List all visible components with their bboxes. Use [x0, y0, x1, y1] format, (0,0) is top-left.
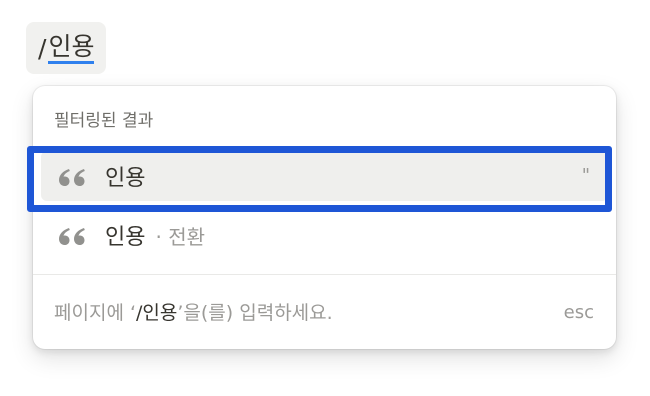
- quote-icon: [59, 228, 85, 245]
- menu-item-label: 인용: [105, 225, 146, 250]
- slash-command-menu: 필터링된 결과 인용 " 인용 · 전환 페이지에 ‘/인용’을(를) 입력하세…: [33, 86, 616, 349]
- menu-footer-hint: 페이지에 ‘/인용’을(를) 입력하세요.: [54, 298, 333, 325]
- menu-item-quote-turn-into[interactable]: 인용 · 전환: [41, 210, 608, 260]
- footer-suffix: ’을(를) 입력하세요.: [177, 302, 333, 324]
- menu-header: 필터링된 결과: [54, 111, 154, 131]
- footer-command: /인용: [136, 302, 178, 324]
- page: / 인용 필터링된 결과 인용 " 인용 · 전환 페이지에 ‘/인용’을(를)…: [0, 0, 650, 396]
- command-query: 인용: [48, 32, 95, 64]
- menu-item-quote[interactable]: 인용 ": [41, 151, 608, 201]
- menu-item-sublabel: · 전환: [155, 224, 205, 249]
- footer-prefix: 페이지에 ‘: [54, 302, 136, 324]
- menu-divider: [33, 274, 616, 275]
- menu-item-shortcut: ": [581, 165, 590, 186]
- menu-item-label: 인용: [105, 166, 146, 191]
- slash-symbol: /: [38, 33, 47, 63]
- quote-icon: [59, 169, 85, 186]
- esc-hint[interactable]: esc: [564, 302, 594, 323]
- slash-command-input[interactable]: / 인용: [26, 22, 107, 74]
